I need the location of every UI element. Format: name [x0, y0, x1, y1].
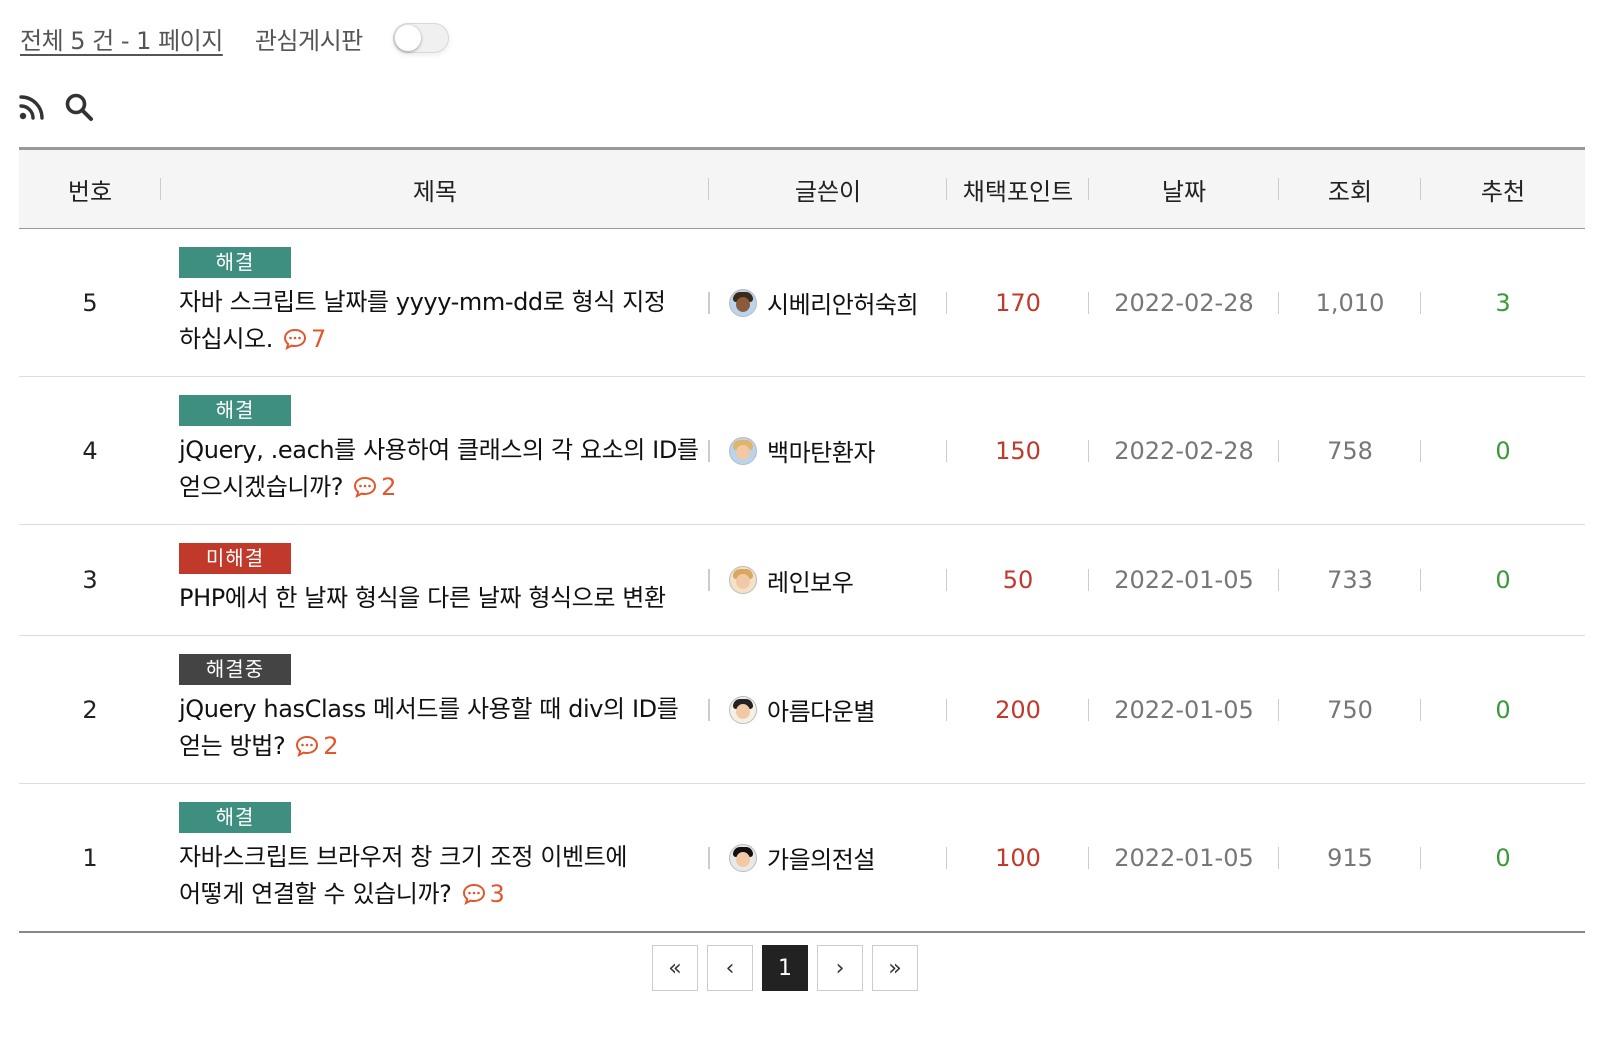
adoption-points: 100	[947, 783, 1089, 933]
col-header-author[interactable]: 글쓴이	[709, 147, 947, 229]
col-header-title[interactable]: 제목	[161, 147, 709, 229]
board-summary: 전체 5 건 - 1 페이지 관심게시판	[20, 18, 449, 58]
post-author[interactable]: 아름다운별	[709, 635, 947, 784]
avatar	[729, 436, 757, 465]
post-date: 2022-02-28	[1089, 376, 1279, 525]
search-icon[interactable]	[64, 92, 94, 122]
comment-count[interactable]: 2	[353, 473, 396, 501]
next-page-button[interactable]: ›	[817, 945, 863, 991]
view-count: 750	[1279, 635, 1421, 784]
favorites-label: 관심게시판	[254, 26, 363, 55]
table-row[interactable]: 3 미해결 PHP에서 한 날짜 형식을 다른 날짜 형식으로 변환 레인보우 …	[19, 524, 1585, 636]
pagination: « ‹ 1 › »	[652, 945, 918, 991]
table-row[interactable]: 1 해결 자바스크립트 브라우저 창 크기 조정 이벤트에 어떻게 연결할 수 …	[19, 783, 1585, 933]
adoption-points: 150	[947, 376, 1089, 525]
comment-count[interactable]: 3	[462, 880, 505, 908]
post-date: 2022-01-05	[1089, 635, 1279, 784]
comment-icon	[354, 476, 377, 498]
status-badge: 해결	[179, 802, 291, 833]
total-count-link[interactable]: 전체 5 건 - 1 페이지	[20, 21, 223, 56]
table-row[interactable]: 2 해결중 jQuery hasClass 메서드를 사용할 때 div의 ID…	[19, 635, 1585, 784]
page-1-button[interactable]: 1	[762, 945, 808, 991]
recommend-count: 3	[1421, 228, 1585, 377]
post-title-link[interactable]: jQuery, .each를 사용하여 클래스의 각 요소의 ID를 얻으시겠습…	[179, 436, 699, 501]
last-page-button[interactable]: »	[872, 945, 918, 991]
post-title-cell[interactable]: 미해결 PHP에서 한 날짜 형식을 다른 날짜 형식으로 변환	[161, 524, 709, 636]
comment-icon	[283, 328, 306, 350]
post-table: 번호 제목 글쓴이 채택포인트 날짜 조회 추천 5 해결 자바 스크립트 날짜…	[19, 147, 1585, 933]
avatar	[729, 566, 757, 594]
post-number: 2	[19, 635, 161, 784]
recommend-count: 0	[1421, 524, 1585, 636]
toggle-knob	[394, 25, 421, 51]
col-header-recommend[interactable]: 추천	[1421, 147, 1585, 229]
first-page-button[interactable]: «	[652, 945, 698, 991]
post-author[interactable]: 시베리안허숙희	[709, 228, 947, 377]
view-count: 915	[1279, 783, 1421, 933]
col-header-points[interactable]: 채택포인트	[947, 147, 1089, 229]
adoption-points: 200	[947, 635, 1089, 784]
post-date: 2022-01-05	[1089, 524, 1279, 636]
post-title-cell[interactable]: 해결중 jQuery hasClass 메서드를 사용할 때 div의 ID를 …	[161, 635, 709, 784]
post-number: 4	[19, 376, 161, 525]
post-author[interactable]: 가을의전설	[709, 783, 947, 933]
col-header-num[interactable]: 번호	[19, 147, 161, 229]
post-title-cell[interactable]: 해결 jQuery, .each를 사용하여 클래스의 각 요소의 ID를 얻으…	[161, 376, 709, 525]
comment-icon	[462, 883, 485, 905]
post-number: 3	[19, 524, 161, 636]
avatar	[729, 288, 757, 317]
status-badge: 해결중	[179, 654, 291, 685]
view-count: 758	[1279, 376, 1421, 525]
col-header-date[interactable]: 날짜	[1089, 147, 1279, 229]
status-badge: 미해결	[179, 543, 291, 574]
table-header-row: 번호 제목 글쓴이 채택포인트 날짜 조회 추천	[19, 147, 1585, 229]
rss-icon[interactable]	[18, 93, 46, 121]
post-number: 5	[19, 228, 161, 377]
comment-icon	[296, 735, 319, 757]
table-row[interactable]: 4 해결 jQuery, .each를 사용하여 클래스의 각 요소의 ID를 …	[19, 376, 1585, 525]
adoption-points: 170	[947, 228, 1089, 377]
avatar	[729, 695, 757, 724]
comment-count[interactable]: 2	[295, 732, 339, 760]
post-author[interactable]: 백마탄환자	[709, 376, 947, 525]
avatar	[729, 843, 757, 872]
recommend-count: 0	[1421, 376, 1585, 525]
adoption-points: 50	[947, 524, 1089, 636]
recommend-count: 0	[1421, 635, 1585, 784]
post-number: 1	[19, 783, 161, 933]
col-header-views[interactable]: 조회	[1279, 147, 1421, 229]
post-title-cell[interactable]: 해결 자바스크립트 브라우저 창 크기 조정 이벤트에 어떻게 연결할 수 있습…	[161, 783, 709, 933]
post-title-link[interactable]: 자바스크립트 브라우저 창 크기 조정 이벤트에 어떻게 연결할 수 있습니까?	[179, 843, 627, 908]
board-tools	[18, 92, 94, 122]
status-badge: 해결	[179, 395, 291, 426]
recommend-count: 0	[1421, 783, 1585, 933]
table-row[interactable]: 5 해결 자바 스크립트 날짜를 yyyy-mm-dd로 형식 지정 하십시오.…	[19, 228, 1585, 377]
post-title-link[interactable]: PHP에서 한 날짜 형식을 다른 날짜 형식으로 변환	[179, 584, 666, 612]
post-title-link[interactable]: jQuery hasClass 메서드를 사용할 때 div의 ID를 얻는 방…	[179, 695, 679, 760]
view-count: 733	[1279, 524, 1421, 636]
favorites-toggle[interactable]	[392, 23, 449, 53]
post-title-link[interactable]: 자바 스크립트 날짜를 yyyy-mm-dd로 형식 지정 하십시오.	[179, 288, 666, 353]
post-author[interactable]: 레인보우	[709, 524, 947, 636]
prev-page-button[interactable]: ‹	[707, 945, 753, 991]
comment-count[interactable]: 7	[283, 325, 326, 353]
status-badge: 해결	[179, 247, 291, 278]
post-date: 2022-01-05	[1089, 783, 1279, 933]
post-title-cell[interactable]: 해결 자바 스크립트 날짜를 yyyy-mm-dd로 형식 지정 하십시오. 7	[161, 228, 709, 377]
post-date: 2022-02-28	[1089, 228, 1279, 377]
view-count: 1,010	[1279, 228, 1421, 377]
